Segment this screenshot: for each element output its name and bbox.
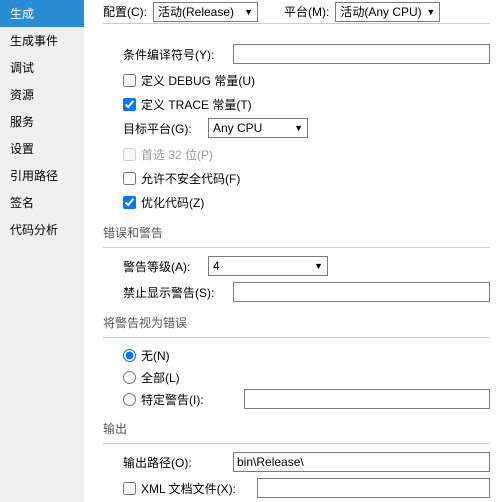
section-output: 输出 — [103, 420, 490, 437]
xmldoc-checkbox[interactable] — [123, 482, 136, 495]
warn-level-label: 警告等级(A): — [103, 258, 208, 275]
sidebar-item-label: 生成 — [10, 7, 34, 21]
optimize-label: 优化代码(Z) — [141, 194, 204, 211]
row-symbols: 条件编译符号(Y): — [103, 42, 490, 66]
row-suppress: 禁止显示警告(S): — [103, 280, 490, 304]
treat-specific-label: 特定警告(I): — [141, 391, 239, 408]
sidebar-item-signing[interactable]: 签名 — [0, 189, 84, 216]
debug-const-checkbox[interactable] — [123, 74, 136, 87]
sidebar-item-resources[interactable]: 资源 — [0, 81, 84, 108]
prefer32-label: 首选 32 位(P) — [141, 146, 213, 163]
row-treat-all: 全部(L) — [123, 366, 490, 388]
row-unsafe: 允许不安全代码(F) — [103, 166, 490, 190]
treat-all-radio[interactable] — [123, 371, 136, 384]
platform-value: 活动(Any CPU) — [340, 3, 421, 20]
sidebar-item-label: 服务 — [10, 115, 34, 129]
suppress-input[interactable] — [233, 282, 490, 302]
config-combo[interactable]: 活动(Release) ▼ — [153, 2, 258, 22]
treat-none-label: 无(N) — [141, 347, 170, 364]
sidebar-item-settings[interactable]: 设置 — [0, 135, 84, 162]
chevron-down-icon: ▼ — [314, 261, 323, 271]
sidebar-item-build[interactable]: 生成 — [0, 0, 84, 27]
sidebar-item-refpaths[interactable]: 引用路径 — [0, 162, 84, 189]
suppress-label: 禁止显示警告(S): — [103, 284, 233, 301]
row-treat-none: 无(N) — [123, 344, 490, 366]
sidebar-item-label: 设置 — [10, 142, 34, 156]
row-target: 目标平台(G): Any CPU ▼ — [103, 116, 490, 140]
sidebar-item-build-events[interactable]: 生成事件 — [0, 27, 84, 54]
row-output-path: 输出路径(O): — [103, 450, 490, 474]
sidebar-item-label: 代码分析 — [10, 223, 58, 237]
chevron-down-icon: ▼ — [244, 7, 253, 17]
row-optimize: 优化代码(Z) — [103, 190, 490, 214]
treat-specific-input[interactable] — [244, 389, 490, 409]
config-label: 配置(C): — [103, 3, 147, 20]
sidebar-item-label: 引用路径 — [10, 169, 58, 183]
sidebar-item-label: 生成事件 — [10, 34, 58, 48]
treat-all-label: 全部(L) — [141, 369, 180, 386]
sidebar-item-label: 资源 — [10, 88, 34, 102]
chevron-down-icon: ▼ — [294, 123, 303, 133]
xmldoc-label: XML 文档文件(X): — [141, 480, 252, 497]
target-value: Any CPU — [213, 121, 262, 135]
warn-level-combo[interactable]: 4 ▼ — [208, 256, 328, 276]
divider — [103, 247, 490, 248]
divider — [103, 443, 490, 444]
section-treat: 将警告视为错误 — [103, 314, 490, 331]
debug-const-label: 定义 DEBUG 常量(U) — [141, 72, 255, 89]
config-bar: 配置(C): 活动(Release) ▼ 平台(M): 活动(Any CPU) … — [103, 0, 490, 24]
output-path-input[interactable] — [233, 452, 490, 472]
treat-radiogroup: 无(N) 全部(L) 特定警告(I): — [103, 344, 490, 410]
platform-label: 平台(M): — [284, 3, 329, 20]
xmldoc-input[interactable] — [257, 478, 490, 498]
warn-level-value: 4 — [213, 259, 220, 273]
symbols-input[interactable] — [233, 44, 490, 64]
config-value: 活动(Release) — [158, 3, 234, 20]
sidebar-item-code-analysis[interactable]: 代码分析 — [0, 216, 84, 243]
target-combo[interactable]: Any CPU ▼ — [208, 118, 308, 138]
row-trace-const: 定义 TRACE 常量(T) — [103, 92, 490, 116]
unsafe-checkbox[interactable] — [123, 172, 136, 185]
symbols-label: 条件编译符号(Y): — [103, 46, 233, 63]
chevron-down-icon: ▼ — [426, 7, 435, 17]
platform-combo[interactable]: 活动(Any CPU) ▼ — [335, 2, 440, 22]
sidebar-item-label: 签名 — [10, 196, 34, 210]
trace-const-checkbox[interactable] — [123, 98, 136, 111]
sidebar-item-debug[interactable]: 调试 — [0, 54, 84, 81]
optimize-checkbox[interactable] — [123, 196, 136, 209]
section-errwarn: 错误和警告 — [103, 224, 490, 241]
output-path-label: 输出路径(O): — [103, 454, 233, 471]
divider — [103, 337, 490, 338]
sidebar: 生成 生成事件 调试 资源 服务 设置 引用路径 签名 代码分析 — [0, 0, 85, 502]
row-treat-specific: 特定警告(I): — [123, 388, 490, 410]
target-label: 目标平台(G): — [103, 120, 208, 137]
row-warn-level: 警告等级(A): 4 ▼ — [103, 254, 490, 278]
treat-specific-radio[interactable] — [123, 393, 136, 406]
unsafe-label: 允许不安全代码(F) — [141, 170, 240, 187]
sidebar-item-services[interactable]: 服务 — [0, 108, 84, 135]
main-panel: 配置(C): 活动(Release) ▼ 平台(M): 活动(Any CPU) … — [85, 0, 500, 502]
sidebar-item-label: 调试 — [10, 61, 34, 75]
trace-const-label: 定义 TRACE 常量(T) — [141, 96, 252, 113]
row-xmldoc: XML 文档文件(X): — [103, 476, 490, 500]
row-debug-const: 定义 DEBUG 常量(U) — [103, 68, 490, 92]
row-prefer32: 首选 32 位(P) — [103, 142, 490, 166]
treat-none-radio[interactable] — [123, 349, 136, 362]
prefer32-checkbox — [123, 148, 136, 161]
